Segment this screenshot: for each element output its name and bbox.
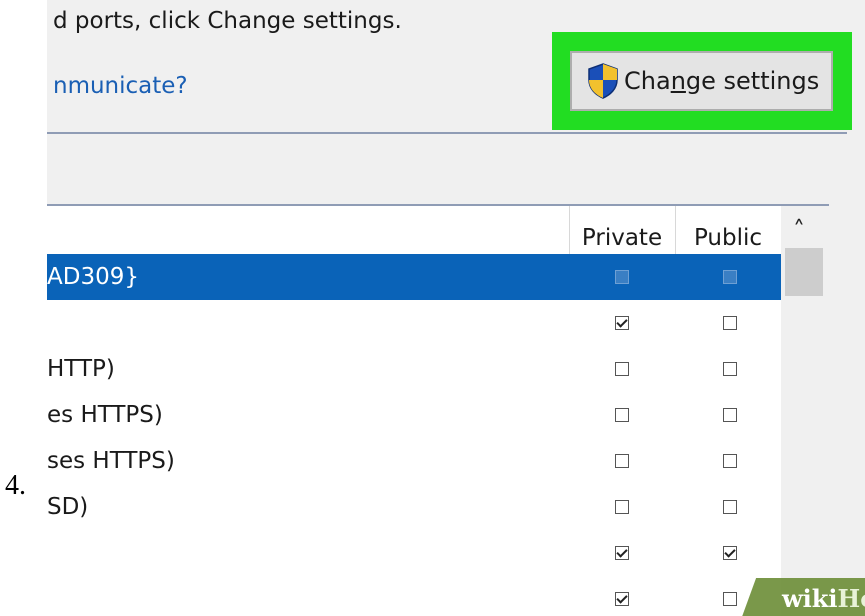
section-divider [47, 132, 847, 134]
table-row[interactable]: ses HTTPS) [47, 438, 781, 484]
scroll-thumb[interactable] [785, 248, 823, 296]
private-checkbox[interactable] [615, 546, 629, 560]
private-checkbox[interactable] [615, 592, 629, 606]
public-checkbox[interactable] [723, 500, 737, 514]
public-checkbox[interactable] [723, 362, 737, 376]
row-app-name: HTTP) [47, 356, 115, 382]
row-app-name: SD) [47, 494, 89, 520]
table-row[interactable]: AD309} [47, 254, 781, 300]
wikihow-watermark: wikiHow [782, 584, 865, 613]
private-checkbox[interactable] [615, 500, 629, 514]
public-checkbox[interactable] [723, 454, 737, 468]
public-checkbox[interactable] [723, 408, 737, 422]
table-row[interactable]: es HTTPS) [47, 392, 781, 438]
column-header-private[interactable]: Private [569, 220, 675, 256]
vertical-scrollbar[interactable]: ˄ [781, 206, 829, 616]
private-checkbox[interactable] [615, 408, 629, 422]
uac-shield-icon [588, 63, 618, 99]
table-row[interactable]: HTTP) [47, 346, 781, 392]
step-number: 4. [5, 470, 26, 501]
row-app-name: ses HTTPS) [47, 448, 175, 474]
row-app-name: es HTTPS) [47, 402, 163, 428]
table-row[interactable]: SD) [47, 484, 781, 530]
private-checkbox[interactable] [615, 316, 629, 330]
public-checkbox[interactable] [723, 592, 737, 606]
table-row[interactable] [47, 530, 781, 576]
help-link[interactable]: nmunicate? [53, 73, 188, 99]
public-checkbox[interactable] [723, 316, 737, 330]
public-checkbox[interactable] [723, 270, 737, 284]
instruction-text: d ports, click Change settings. [53, 8, 402, 34]
public-checkbox[interactable] [723, 546, 737, 560]
change-settings-button[interactable]: Change settings [570, 51, 833, 111]
private-checkbox[interactable] [615, 270, 629, 284]
table-row[interactable] [47, 300, 781, 346]
change-settings-label: Change settings [624, 67, 820, 95]
chevron-up-icon[interactable]: ˄ [793, 216, 805, 244]
firewall-allowed-apps-panel: d ports, click Change settings. nmunicat… [47, 0, 865, 616]
private-checkbox[interactable] [615, 362, 629, 376]
private-checkbox[interactable] [615, 454, 629, 468]
column-header-public[interactable]: Public [675, 220, 781, 256]
allowed-apps-list: Private Public ˄ AD309} HTTP) es HTTPS) ses… [47, 204, 829, 616]
table-row[interactable] [47, 576, 781, 616]
row-app-name: AD309} [47, 264, 139, 290]
